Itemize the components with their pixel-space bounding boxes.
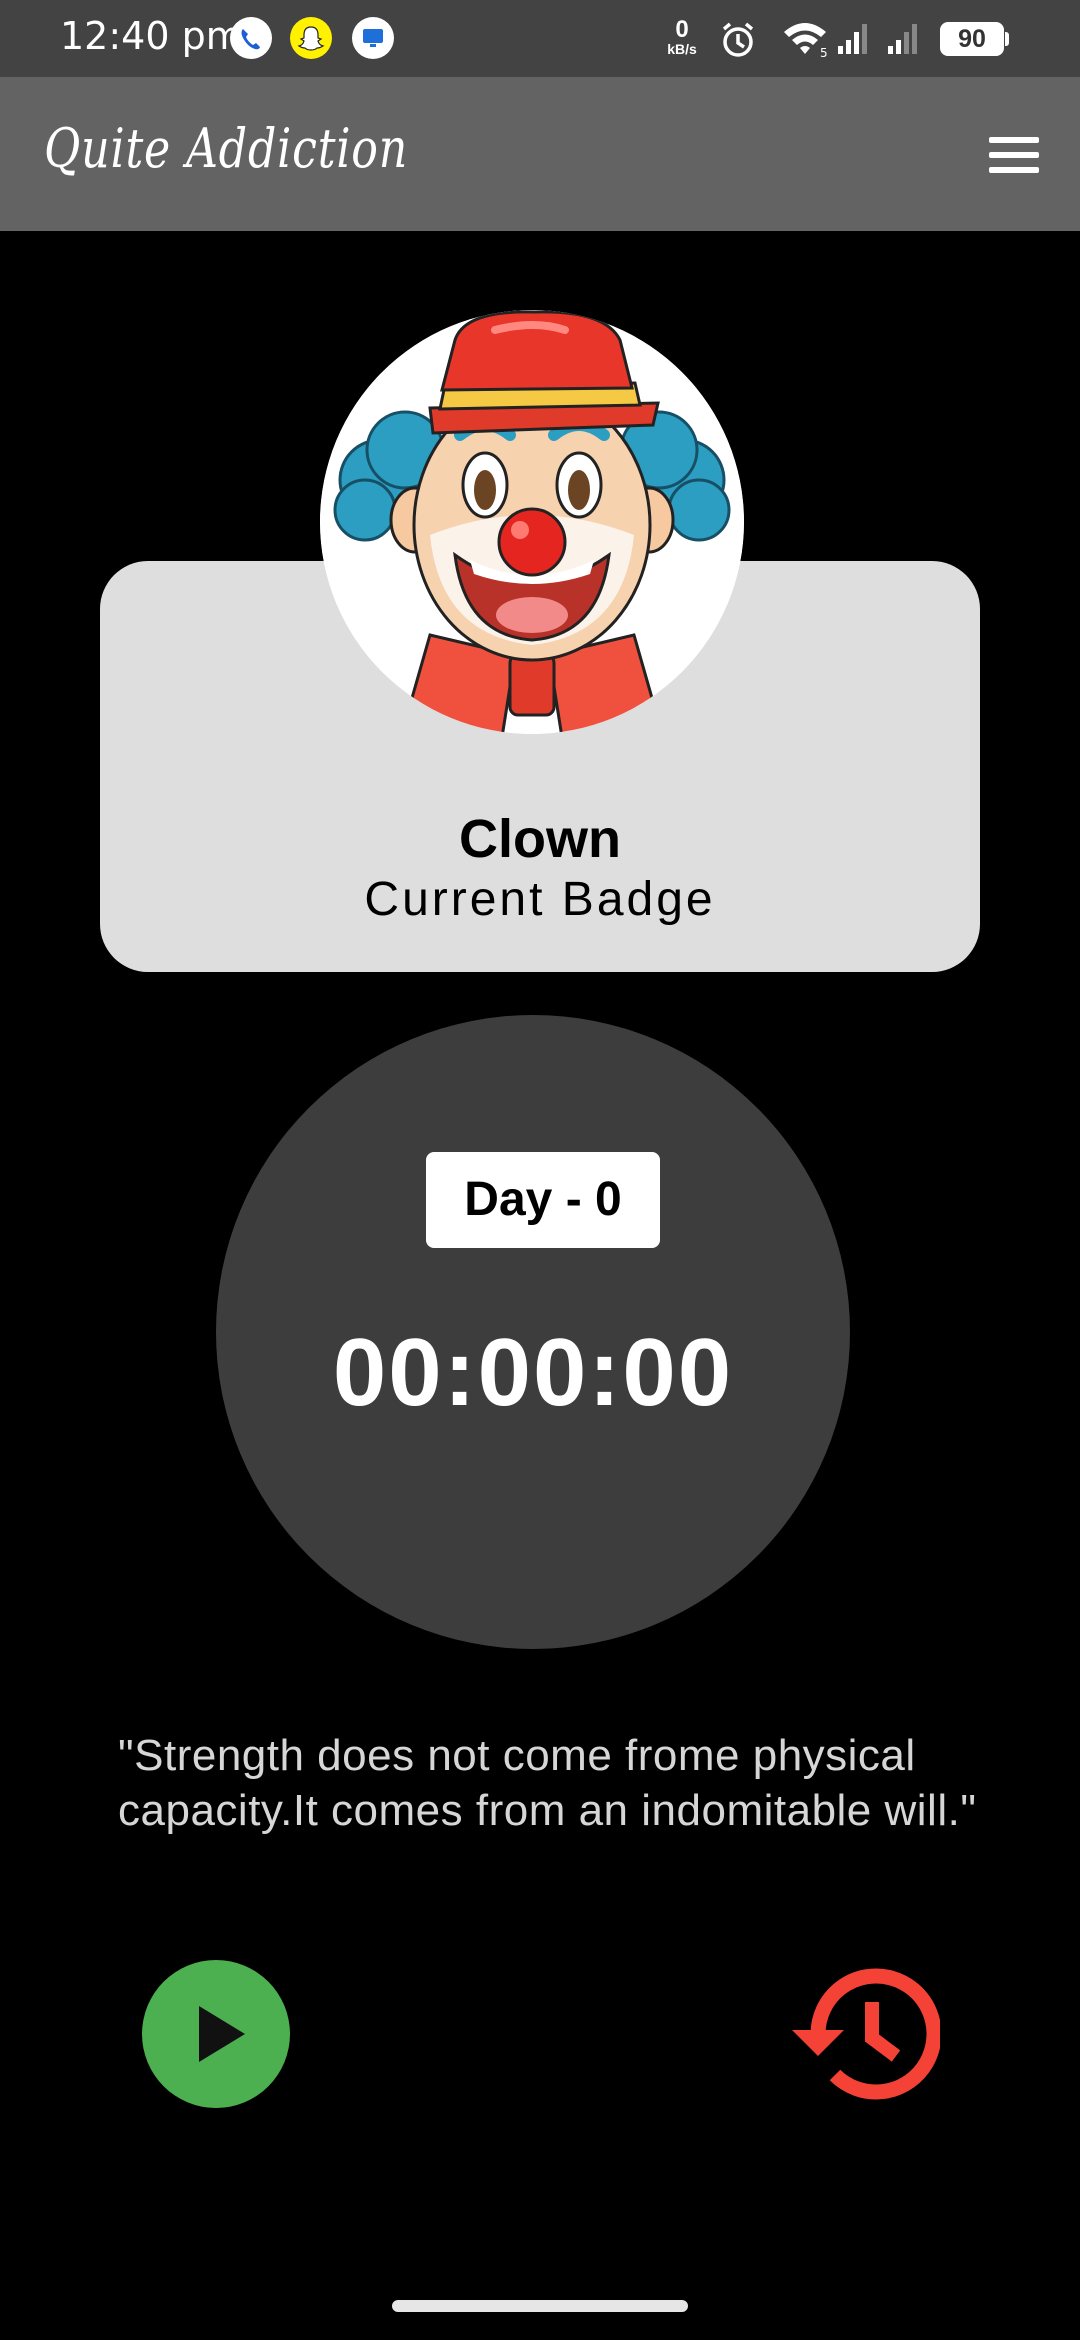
play-button[interactable] xyxy=(142,1960,290,2108)
monitor-app-icon xyxy=(352,17,394,59)
play-icon xyxy=(199,2006,245,2062)
screen: 12:40 pm 0 kB/s 5 90 Quite Addiction Clo… xyxy=(0,0,1080,2340)
wifi-icon: 5 xyxy=(780,18,830,63)
day-counter: Day - 0 xyxy=(426,1152,660,1248)
battery-tip xyxy=(1005,32,1009,46)
net-speed: 0 kB/s xyxy=(662,16,702,57)
history-button[interactable] xyxy=(788,1960,942,2108)
app-bar: Quite Addiction xyxy=(0,77,1080,231)
signal-icon xyxy=(836,20,872,61)
status-bar: 12:40 pm 0 kB/s 5 90 xyxy=(0,0,1080,77)
battery-level: 90 xyxy=(940,22,1004,56)
signal-icon xyxy=(886,20,922,61)
phone-call-icon xyxy=(230,17,272,59)
home-indicator[interactable] xyxy=(392,2300,688,2312)
alarm-icon xyxy=(718,20,758,65)
svg-text:5: 5 xyxy=(820,46,828,58)
net-speed-unit: kB/s xyxy=(667,41,697,57)
status-time: 12:40 pm xyxy=(60,14,243,58)
elapsed-timer: 00:00:00 xyxy=(332,1319,734,1426)
net-speed-value: 0 xyxy=(675,16,689,43)
clown-badge-image xyxy=(320,310,744,734)
history-icon xyxy=(792,1968,942,2100)
app-title: Quite Addiction xyxy=(44,117,409,180)
snapchat-icon xyxy=(290,17,332,59)
hamburger-menu-icon[interactable] xyxy=(984,131,1044,179)
motivational-quote: "Strength does not come frome physical c… xyxy=(118,1731,977,1835)
badge-name: Clown xyxy=(459,809,621,869)
badge-subtitle: Current Badge xyxy=(364,873,716,926)
